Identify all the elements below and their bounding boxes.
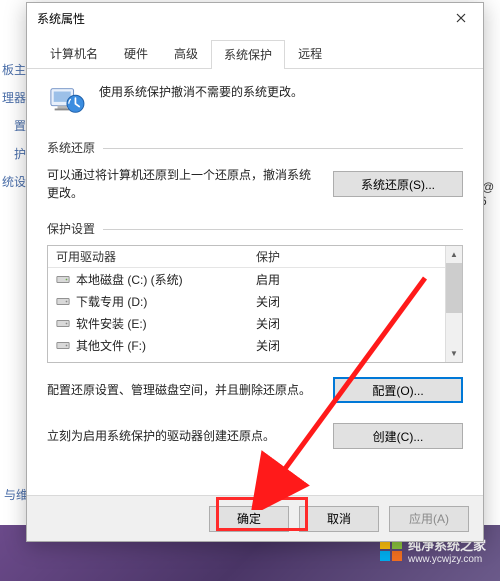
drive-icon <box>56 317 70 329</box>
drive-list-header: 可用驱动器 保护 <box>48 246 445 268</box>
bg-left-sidebar: 板主 理器 置 护 统设 <box>0 60 28 200</box>
bg-label: 护 <box>0 144 28 164</box>
drive-list-scrollbar[interactable]: ▲ ▼ <box>445 246 462 362</box>
close-button[interactable] <box>439 3 483 33</box>
drive-status: 关闭 <box>248 337 445 354</box>
system-restore-button[interactable]: 系统还原(S)... <box>333 171 463 197</box>
scroll-track[interactable] <box>446 313 462 345</box>
bg-label: 板主 <box>0 60 28 80</box>
tab-system-protection[interactable]: 系统保护 <box>211 40 285 69</box>
create-button[interactable]: 创建(C)... <box>333 423 463 449</box>
configure-button[interactable]: 配置(O)... <box>333 377 463 403</box>
intro-text: 使用系统保护撤消不需要的系统更改。 <box>99 83 303 100</box>
intro-row: 使用系统保护撤消不需要的系统更改。 <box>47 83 463 117</box>
drive-list: 可用驱动器 保护 本地磁盘 (C:) (系统) 启用 下载专用 (D:) 关闭 <box>47 245 463 363</box>
drive-icon <box>56 295 70 307</box>
drive-label: 软件安装 (E:) <box>76 315 147 332</box>
scroll-down-icon[interactable]: ▼ <box>446 345 462 362</box>
drive-label: 下载专用 (D:) <box>76 293 147 310</box>
dialog-title: 系统属性 <box>37 10 439 27</box>
tab-advanced[interactable]: 高级 <box>161 39 211 68</box>
drive-row[interactable]: 软件安装 (E:) 关闭 <box>48 312 445 334</box>
scroll-thumb[interactable] <box>446 263 462 313</box>
scroll-up-icon[interactable]: ▲ <box>446 246 462 263</box>
bg-label: 统设 <box>0 172 28 192</box>
close-icon <box>456 13 466 23</box>
tabstrip: 计算机名 硬件 高级 系统保护 远程 <box>27 33 483 69</box>
section-protection-settings-title: 保护设置 <box>47 220 463 237</box>
watermark-url: www.ycwjzy.com <box>408 554 486 565</box>
drive-status: 关闭 <box>248 293 445 310</box>
drive-status: 启用 <box>248 271 445 288</box>
system-properties-dialog: 系统属性 计算机名 硬件 高级 系统保护 远程 使用系统保护撤消不需要的系统更改… <box>26 2 484 542</box>
tab-content: 使用系统保护撤消不需要的系统更改。 系统还原 可以通过将计算机还原到上一个还原点… <box>27 69 483 495</box>
drive-row[interactable]: 下载专用 (D:) 关闭 <box>48 290 445 312</box>
drive-status: 关闭 <box>248 315 445 332</box>
cancel-button[interactable]: 取消 <box>299 506 379 532</box>
bg-label: 置 <box>0 116 28 136</box>
bg-label: 与维 <box>0 486 28 503</box>
titlebar[interactable]: 系统属性 <box>27 3 483 33</box>
restore-description: 可以通过将计算机还原到上一个还原点，撤消系统更改。 <box>47 166 317 202</box>
col-status-header: 保护 <box>248 248 445 265</box>
section-system-restore-title: 系统还原 <box>47 139 463 156</box>
drive-label: 其他文件 (F:) <box>76 337 146 354</box>
watermark-logo-icon <box>380 539 402 561</box>
create-description: 立刻为启用系统保护的驱动器创建还原点。 <box>47 427 317 445</box>
col-drive-header: 可用驱动器 <box>48 248 248 265</box>
drive-icon <box>56 339 70 351</box>
tab-computer-name[interactable]: 计算机名 <box>37 39 111 68</box>
ok-button[interactable]: 确定 <box>209 506 289 532</box>
drive-row[interactable]: 其他文件 (F:) 关闭 <box>48 334 445 356</box>
drive-label: 本地磁盘 (C:) (系统) <box>76 271 183 288</box>
drive-row[interactable]: 本地磁盘 (C:) (系统) 启用 <box>48 268 445 290</box>
drive-icon <box>56 273 70 285</box>
system-protection-icon <box>47 83 85 117</box>
apply-button[interactable]: 应用(A) <box>389 506 469 532</box>
tab-hardware[interactable]: 硬件 <box>111 39 161 68</box>
dialog-button-row: 确定 取消 应用(A) <box>27 495 483 541</box>
bg-label: 理器 <box>0 88 28 108</box>
configure-description: 配置还原设置、管理磁盘空间，并且删除还原点。 <box>47 381 317 399</box>
tab-remote[interactable]: 远程 <box>285 39 335 68</box>
